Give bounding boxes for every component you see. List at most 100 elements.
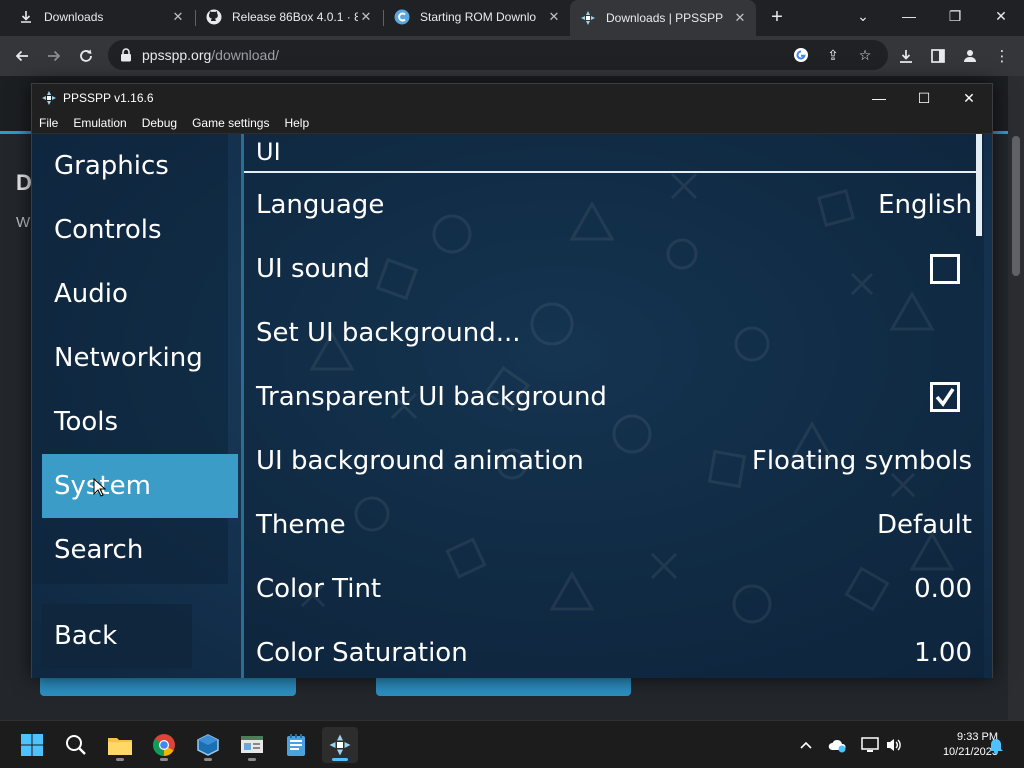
volume-icon[interactable] <box>884 735 904 755</box>
tab-title: Downloads <box>44 10 104 24</box>
reload-icon[interactable] <box>72 42 100 70</box>
chrome-icon[interactable] <box>146 727 182 763</box>
app-icon[interactable] <box>234 727 270 763</box>
network-icon[interactable] <box>860 735 880 755</box>
checkbox-unchecked[interactable] <box>930 254 960 284</box>
ppsspp-icon <box>42 91 56 105</box>
category-search[interactable]: Search <box>42 518 238 582</box>
chevron-up-icon[interactable] <box>796 735 816 755</box>
running-indicator <box>116 758 124 761</box>
page-scrollbar[interactable] <box>1008 76 1024 720</box>
menu-debug[interactable]: Debug <box>135 116 185 130</box>
setting-transparent-ui-background[interactable]: Transparent UI background <box>244 366 974 430</box>
address-bar[interactable]: ppsspp.org/download/ ⇪ ☆ <box>108 40 888 70</box>
scrollbar-thumb[interactable] <box>1012 136 1020 276</box>
setting-value: 1.00 <box>914 638 972 668</box>
setting-color-saturation[interactable]: Color Saturation 1.00 <box>244 622 974 678</box>
settings-scrollbar[interactable] <box>976 134 982 678</box>
back-arrow-icon[interactable] <box>8 42 36 70</box>
google-icon[interactable] <box>792 46 810 64</box>
more-menu-icon[interactable]: ⋮ <box>992 46 1012 66</box>
file-explorer-icon[interactable] <box>102 727 138 763</box>
setting-label: Language <box>256 190 385 220</box>
running-indicator <box>248 758 256 761</box>
taskbar: 9:33 PM 10/21/2023 <box>0 720 1024 768</box>
download-icon[interactable] <box>896 46 916 66</box>
menu-help[interactable]: Help <box>277 116 317 130</box>
category-controls[interactable]: Controls <box>42 198 238 262</box>
setting-ui-background-animation[interactable]: UI background animation Floating symbols <box>244 430 974 494</box>
bookmark-star-icon[interactable]: ☆ <box>856 46 874 64</box>
clock-time: 9:33 PM <box>957 731 998 743</box>
page-heading: D <box>16 170 32 195</box>
tab-title: Starting ROM Downlo <box>420 10 537 24</box>
scrollbar-thumb[interactable] <box>976 134 982 236</box>
new-tab-button[interactable]: + <box>766 7 788 29</box>
start-icon[interactable] <box>14 727 50 763</box>
category-networking[interactable]: Networking <box>42 326 238 390</box>
restore-icon[interactable]: ❐ <box>932 0 978 32</box>
page-paragraph: W <box>16 214 31 231</box>
ppsspp-window: PPSSPP v1.16.6 — ☐ ✕ File Emulation Debu… <box>31 83 993 678</box>
setting-label: UI sound <box>256 254 370 284</box>
tab-ppsspp-downloads[interactable]: Downloads | PPSSPP ✕ <box>570 0 756 36</box>
minimize-icon[interactable]: — <box>886 0 932 32</box>
side-panel-icon[interactable] <box>928 46 948 66</box>
search-icon[interactable] <box>58 727 94 763</box>
tab-86box-release[interactable]: Release 86Box 4.0.1 · 8 ✕ <box>196 0 382 34</box>
menu-file[interactable]: File <box>32 116 66 130</box>
setting-label: Theme <box>256 510 346 540</box>
setting-language[interactable]: Language English <box>244 174 974 238</box>
checkmark-icon <box>935 388 955 407</box>
running-indicator <box>332 758 348 761</box>
close-icon[interactable]: ✕ <box>546 9 562 25</box>
notepad-icon[interactable] <box>278 727 314 763</box>
setting-label: Transparent UI background <box>256 382 607 412</box>
virtualbox-icon[interactable] <box>190 727 226 763</box>
running-indicator <box>160 758 168 761</box>
lock-icon <box>121 48 131 62</box>
category-graphics[interactable]: Graphics <box>42 134 238 198</box>
category-tools[interactable]: Tools <box>42 390 238 454</box>
url-path: /download/ <box>211 47 279 63</box>
menu-emulation[interactable]: Emulation <box>66 116 134 130</box>
setting-ui-sound[interactable]: UI sound <box>244 238 974 302</box>
clock-date: 10/21/2023 <box>942 746 998 758</box>
mouse-cursor-icon <box>93 478 107 497</box>
category-list: Graphics Controls Audio Networking Tools… <box>42 134 238 678</box>
forward-arrow-icon[interactable] <box>40 42 68 70</box>
close-icon[interactable]: ✕ <box>946 84 992 112</box>
section-divider <box>244 171 982 173</box>
setting-theme[interactable]: Theme Default <box>244 494 974 558</box>
tab-starting-rom[interactable]: Starting ROM Downlo ✕ <box>384 0 570 34</box>
setting-value: English <box>878 190 972 220</box>
site-icon <box>394 9 410 25</box>
tab-downloads[interactable]: Downloads ✕ <box>8 0 194 34</box>
ppsspp-icon[interactable] <box>322 727 358 763</box>
menu-game-settings[interactable]: Game settings <box>185 116 277 130</box>
system-clock[interactable]: 9:33 PM 10/21/2023 <box>908 730 998 760</box>
onedrive-icon[interactable] <box>828 735 848 755</box>
back-button[interactable]: Back <box>42 604 192 668</box>
setting-set-ui-background[interactable]: Set UI background... <box>244 302 974 366</box>
share-icon[interactable]: ⇪ <box>824 46 842 64</box>
category-audio[interactable]: Audio <box>42 262 238 326</box>
ppsspp-icon <box>580 10 596 26</box>
checkbox-checked[interactable] <box>930 382 960 412</box>
close-icon[interactable]: ✕ <box>358 9 374 25</box>
running-indicator <box>204 758 212 761</box>
tab-title: Release 86Box 4.0.1 · 8 <box>232 10 358 24</box>
profile-icon[interactable] <box>960 46 980 66</box>
notification-bell-icon[interactable] <box>986 735 1006 755</box>
category-system[interactable]: System <box>42 454 238 518</box>
close-icon[interactable]: ✕ <box>170 9 186 25</box>
setting-color-tint[interactable]: Color Tint 0.00 <box>244 558 974 622</box>
tab-title: Downloads | PPSSPP <box>606 11 724 25</box>
close-icon[interactable]: ✕ <box>732 10 748 26</box>
menu-bar: File Emulation Debug Game settings Help <box>32 112 992 134</box>
minimize-icon[interactable]: — <box>856 84 902 112</box>
close-icon[interactable]: ✕ <box>978 0 1024 32</box>
maximize-icon[interactable]: ☐ <box>901 84 947 112</box>
chevron-down-icon[interactable]: ⌄ <box>840 0 886 32</box>
setting-value: Floating symbols <box>751 446 972 476</box>
